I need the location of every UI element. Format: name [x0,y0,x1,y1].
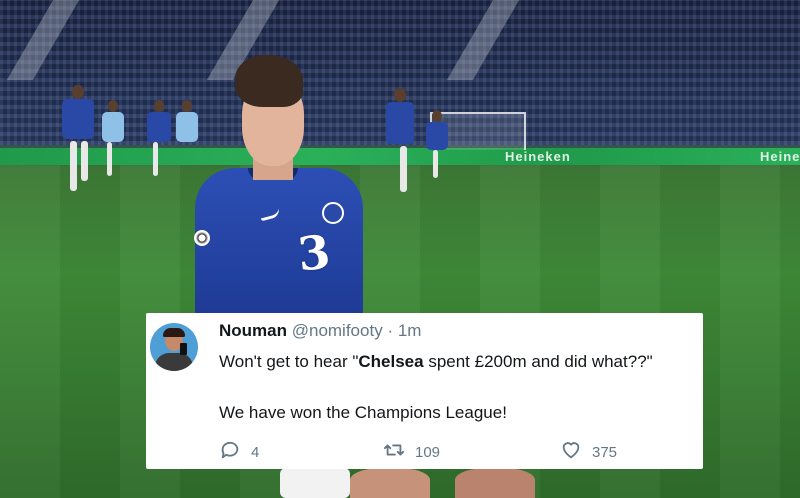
ad-board-text: Heineken [760,149,800,164]
tweet-actions: 4 109 375 [219,439,689,463]
tweet-text-part: Won't get to hear " [219,352,359,371]
retweet-icon [383,439,405,465]
reply-button[interactable]: 4 [219,439,259,465]
reply-count: 4 [251,443,260,461]
player-knee [350,468,430,498]
tweet-text-line-1: Won't get to hear "Chelsea spent £200m a… [219,352,653,372]
ad-board-text: Heineken [505,149,571,164]
reply-icon [219,439,241,465]
background-player [100,100,126,180]
tweet-card: Nouman @nomifooty · 1m Won't get to hear… [146,313,703,469]
tweet-text-part: spent £200m and did what??" [423,352,653,371]
like-icon [560,439,582,465]
tweet-timestamp[interactable]: 1m [398,321,422,340]
background-player [382,88,418,198]
player-shorts [280,468,350,498]
club-badge-icon [322,202,344,224]
like-count: 375 [592,443,618,461]
tweet-text-bold: Chelsea [358,352,424,371]
avatar[interactable] [150,323,198,371]
tweet-text-line-2: We have won the Champions League! [219,403,507,422]
background-player [145,100,175,180]
retweet-button[interactable]: 109 [383,439,440,465]
player-knee [455,468,535,498]
competition-badge-icon [194,230,210,246]
background-player [58,85,98,195]
author-handle[interactable]: @nomifooty [292,321,383,340]
author-name[interactable]: Nouman [219,321,287,340]
shirt-number: 3 [295,224,333,282]
like-button[interactable]: 375 [560,439,617,465]
retweet-count: 109 [415,443,441,461]
player-hair [235,55,303,107]
tweet-header: Nouman @nomifooty · 1m [219,321,421,341]
player-shirt [195,168,363,318]
background-player [425,110,449,180]
header-separator: · [387,321,394,340]
